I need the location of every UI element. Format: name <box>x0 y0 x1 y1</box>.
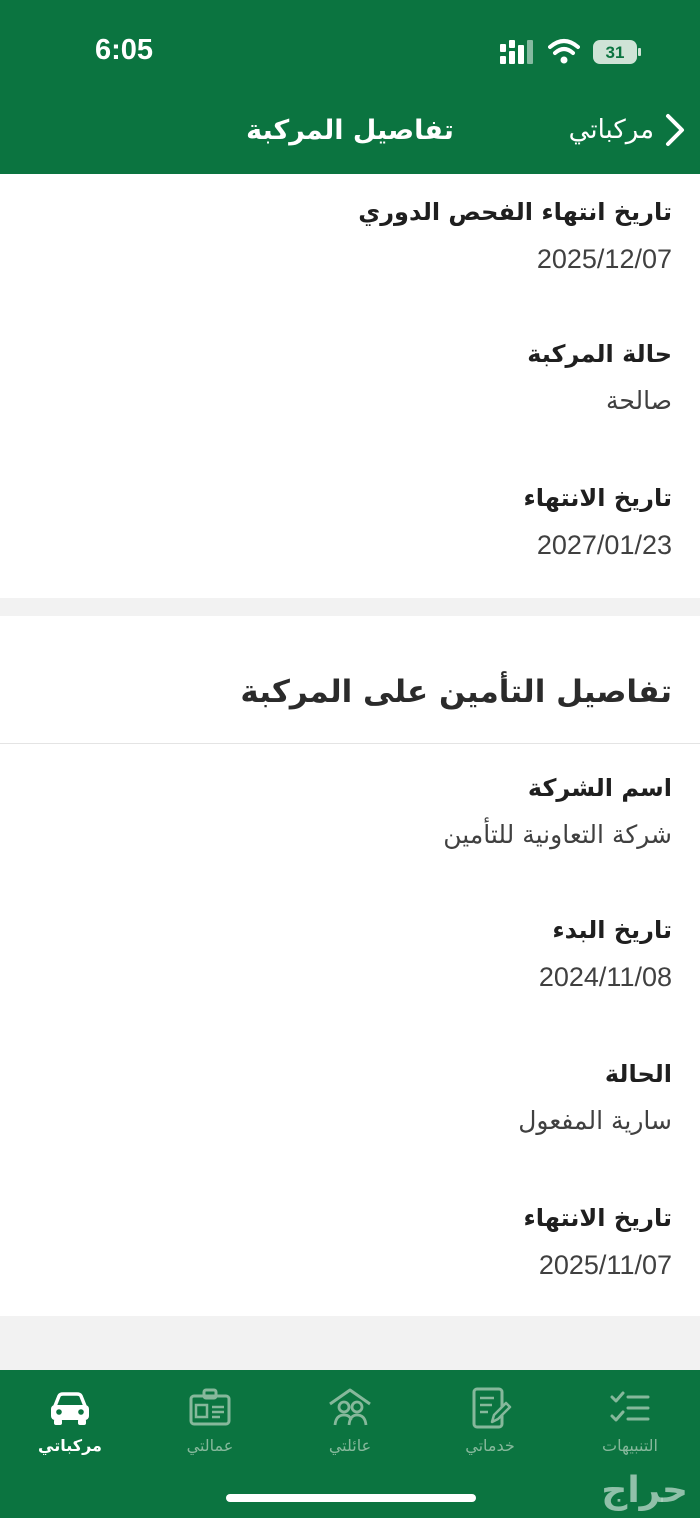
insurance-details-card: تفاصيل التأمين على المركبة اسم الشركة شر… <box>0 616 700 1316</box>
family-icon <box>329 1388 371 1426</box>
battery-icon: 31 <box>592 39 642 65</box>
divider <box>0 743 700 744</box>
inspection-expiry-field: تاريخ انتهاء الفحص الدوري 2025/12/07 <box>358 198 672 275</box>
registration-expiry-field: تاريخ الانتهاء 2027/01/23 <box>523 484 672 561</box>
back-button-label: مركباتي <box>568 115 654 145</box>
car-icon <box>51 1392 89 1425</box>
app-header: 6:05 31 تفاصيل المركبة مركباتي <box>0 0 700 174</box>
cellular-signal-icon <box>500 40 533 64</box>
insurance-status-field: الحالة سارية المفعول <box>518 1060 672 1135</box>
tab-label: خدماتي <box>465 1436 515 1455</box>
field-value: 2025/12/07 <box>536 244 672 274</box>
insurance-expiry-field: تاريخ الانتهاء 2025/11/07 <box>523 1204 672 1281</box>
tab-my-family[interactable]: عائلتي <box>280 1384 420 1464</box>
tab-label: التنبيهات <box>602 1436 658 1455</box>
field-value: 2024/11/08 <box>538 962 672 992</box>
vehicle-details-card: تاريخ انتهاء الفحص الدوري 2025/12/07 حال… <box>0 174 700 598</box>
back-button[interactable]: مركباتي <box>569 113 686 147</box>
checklist-icon <box>610 1391 650 1422</box>
battery-level: 31 <box>606 43 625 62</box>
field-label: اسم الشركة <box>527 774 672 802</box>
field-label: تاريخ البدء <box>552 916 672 944</box>
field-label: تاريخ الانتهاء <box>523 1204 672 1232</box>
insurance-start-field: تاريخ البدء 2024/11/08 <box>539 916 672 993</box>
tab-my-services[interactable]: خدماتي <box>420 1384 560 1464</box>
tab-my-workers[interactable]: عمالتي <box>140 1384 280 1464</box>
field-value: صالحة <box>605 386 672 415</box>
page-title: تفاصيل المركبة <box>246 115 454 146</box>
field-value: 2025/11/07 <box>538 1250 672 1280</box>
insurance-company-field: اسم الشركة شركة التعاونية للتأمين <box>443 774 672 849</box>
field-label: تاريخ الانتهاء <box>523 484 672 512</box>
field-label: تاريخ انتهاء الفحص الدوري <box>358 198 672 226</box>
wifi-icon <box>548 39 580 64</box>
tab-label: مركباتي <box>38 1436 102 1455</box>
vehicle-status-field: حالة المركبة صالحة <box>527 340 672 415</box>
field-label: حالة المركبة <box>527 340 672 368</box>
field-value: سارية المفعول <box>518 1106 672 1135</box>
tab-my-vehicles[interactable]: مركباتي <box>0 1384 140 1464</box>
watermark: حراج <box>601 1470 688 1511</box>
id-badge-icon <box>189 1388 231 1426</box>
tab-alerts[interactable]: التنبيهات <box>560 1384 700 1464</box>
field-label: الحالة <box>604 1060 672 1088</box>
tab-label: عائلتي <box>328 1436 372 1455</box>
bottom-tab-bar: مركباتي عمالتي عائلتي خدماتي التنبيهات ح… <box>0 1370 700 1518</box>
services-icon <box>472 1387 512 1429</box>
field-value: شركة التعاونية للتأمين <box>443 820 672 849</box>
field-value: 2027/01/23 <box>536 530 672 560</box>
section-title: تفاصيل التأمين على المركبة <box>240 674 672 710</box>
tab-label: عمالتي <box>186 1436 234 1455</box>
chevron-right-icon <box>666 114 684 146</box>
status-time: 6:05 <box>95 34 154 66</box>
home-indicator[interactable] <box>226 1494 476 1502</box>
